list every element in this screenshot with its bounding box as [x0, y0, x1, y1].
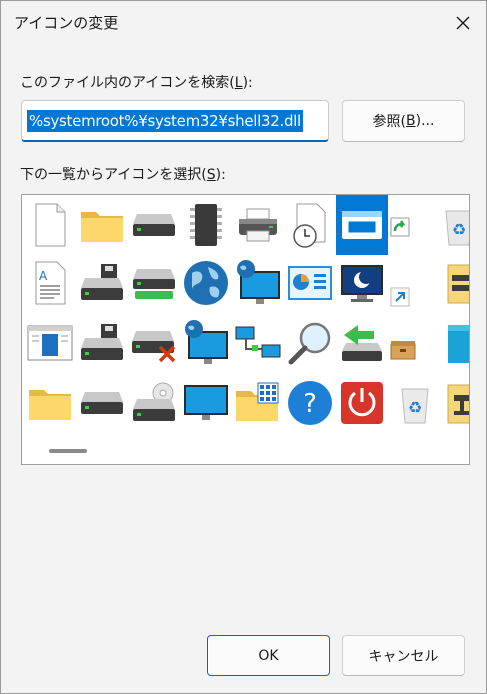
browse-label-prefix: 参照( [372, 114, 407, 130]
search-label: このファイル内のアイコンを検索(L): [20, 72, 253, 92]
title-bar: アイコンの変更 [1, 1, 486, 45]
search-label-prefix: このファイル内のアイコンを検索( [20, 75, 235, 91]
list-label-suffix: ): [215, 167, 226, 183]
clock-document-icon[interactable] [284, 199, 336, 251]
dialog-title: アイコンの変更 [14, 14, 119, 32]
recycle-bin-full-icon[interactable]: ♻ [432, 199, 469, 251]
folder-yellow-icon[interactable] [24, 377, 76, 429]
network-connections-icon[interactable] [232, 317, 284, 369]
app-window-icon[interactable] [24, 317, 76, 369]
ok-button-label: OK [258, 647, 279, 664]
ok-button[interactable]: OK [207, 635, 330, 676]
network-computer-icon[interactable] [180, 317, 232, 369]
printer-icon[interactable] [232, 199, 284, 251]
drive-icon[interactable] [128, 199, 180, 251]
close-button[interactable] [444, 5, 482, 41]
control-panel-icon[interactable] [284, 257, 336, 309]
blank-document-icon[interactable] [24, 199, 76, 251]
folder-icon[interactable] [76, 199, 128, 251]
removable-drive-icon[interactable] [128, 257, 180, 309]
svg-text:A: A [39, 269, 48, 283]
icon-list[interactable]: ♻ A ? ♻ [21, 194, 470, 465]
path-input[interactable]: %systemroot%¥system32¥shell32.dll [21, 100, 329, 142]
browse-label-suffix: )... [415, 113, 435, 129]
memory-chip-icon[interactable] [180, 199, 232, 251]
browse-button[interactable]: 参照(B)... [342, 100, 465, 142]
horizontal-scrollbar-thumb[interactable] [49, 449, 87, 453]
list-label-mnemonic: S [206, 167, 216, 183]
globe-icon[interactable] [180, 257, 232, 309]
path-input-value: %systemroot%¥system32¥shell32.dll [27, 110, 303, 132]
cancel-button[interactable]: キャンセル [342, 635, 465, 676]
svg-text:♻: ♻ [452, 220, 466, 239]
usb-eject-icon[interactable] [336, 317, 388, 369]
network-drive-2-icon[interactable] [432, 377, 469, 429]
floppy-drive-2-icon[interactable] [76, 317, 128, 369]
search-magnifier-icon[interactable] [284, 317, 336, 369]
cancel-button-label: キャンセル [368, 648, 439, 665]
package-box-icon[interactable] [388, 337, 418, 363]
help-question-icon[interactable]: ? [284, 377, 336, 429]
folder-grid-icon[interactable] [232, 377, 284, 429]
search-label-mnemonic: L [234, 75, 243, 91]
cd-drive-icon[interactable] [128, 377, 180, 429]
close-icon [456, 16, 470, 30]
list-label-prefix: 下の一覧からアイコンを選択( [20, 167, 207, 183]
search-label-suffix: ): [242, 75, 253, 91]
drive-error-icon[interactable] [128, 317, 180, 369]
icon-list-label: 下の一覧からアイコンを選択(S): [20, 164, 226, 184]
floppy-drive-icon[interactable] [76, 257, 128, 309]
browse-label-mnemonic: B [406, 113, 416, 129]
drive-2-icon[interactable] [76, 377, 128, 429]
text-document-icon[interactable]: A [24, 257, 76, 309]
network-drive-folder-icon[interactable] [432, 257, 469, 309]
network-monitor-icon[interactable] [232, 257, 284, 309]
change-icon-dialog: アイコンの変更 このファイル内のアイコンを検索(L): %systemroot%… [0, 0, 487, 694]
shortcut-arrow-small-icon[interactable] [388, 285, 412, 309]
window-app-icon[interactable] [336, 195, 388, 255]
shortcut-arrow-icon[interactable] [388, 215, 412, 239]
svg-text:♻: ♻ [408, 398, 422, 417]
screensaver-monitor-icon[interactable] [336, 257, 388, 309]
cyan-box-icon[interactable] [432, 317, 469, 369]
svg-text:?: ? [303, 389, 317, 419]
power-button-icon[interactable] [336, 377, 388, 429]
monitor-icon[interactable] [180, 377, 232, 429]
